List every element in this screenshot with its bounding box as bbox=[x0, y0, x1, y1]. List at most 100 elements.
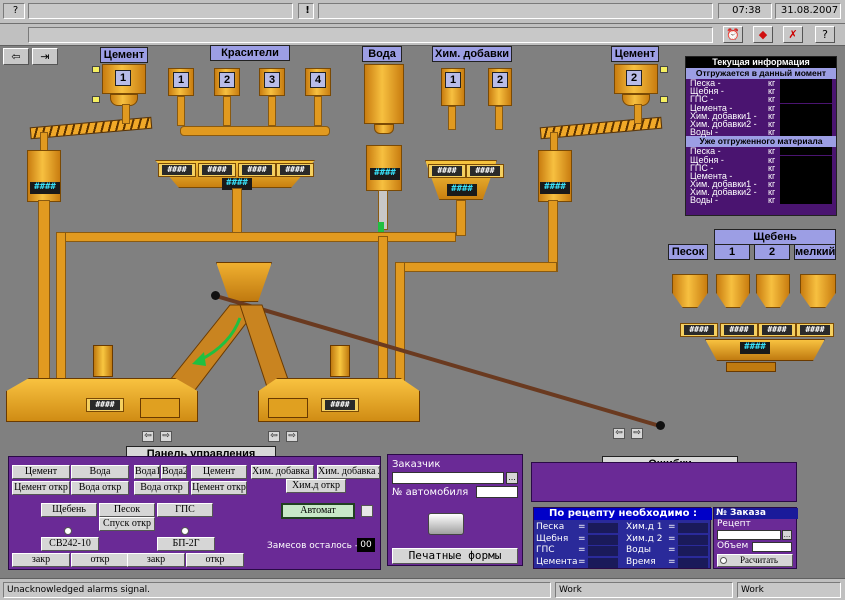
recipe-eq: = bbox=[668, 533, 676, 544]
recipe-row-label: Хим.д 2 bbox=[626, 533, 663, 544]
mixer-2-right-arrow-icon[interactable]: ⇨ bbox=[286, 431, 298, 442]
chem-open-button[interactable]: Хим.д откр bbox=[286, 479, 346, 493]
chem1-button[interactable]: Хим. добавка 1 bbox=[251, 465, 314, 479]
recipe-title: По рецепту необходимо : bbox=[534, 508, 712, 520]
recipe-value-box bbox=[588, 546, 618, 556]
recipe-value-box bbox=[678, 534, 708, 545]
info-row-label: Воды - bbox=[690, 195, 719, 206]
recipe-row: ГПС = bbox=[534, 545, 622, 557]
customer-dropdown-button[interactable]: ... bbox=[506, 472, 518, 484]
recipe-value-box bbox=[588, 557, 618, 568]
sand-button[interactable]: Песок bbox=[99, 503, 155, 517]
recipe-eq: = bbox=[578, 533, 586, 544]
water-open-button[interactable]: Вода откр bbox=[71, 481, 129, 495]
label-rubble: Щебень bbox=[714, 229, 836, 245]
recipe-eq: = bbox=[578, 545, 586, 555]
status-mode-1: Work bbox=[555, 582, 733, 598]
rubble-2-display: #### bbox=[758, 323, 796, 337]
recipe-row-label: Песка bbox=[536, 522, 565, 532]
close-2-button[interactable]: закр bbox=[127, 553, 185, 567]
conveyor-right-arrow-icon[interactable]: ⇨ bbox=[631, 428, 643, 439]
recipe-label: Рецепт bbox=[717, 519, 751, 529]
cement-open-2-button[interactable]: Цемент откр bbox=[191, 481, 247, 495]
water-open-2-button[interactable]: Вода откр bbox=[134, 481, 189, 495]
label-rubble-1: 1 bbox=[714, 244, 750, 260]
mixer-1-left-arrow-icon[interactable]: ⇦ bbox=[142, 431, 154, 442]
sv242-button[interactable]: СВ242-10 bbox=[41, 537, 99, 551]
aggregate-cart[interactable] bbox=[726, 362, 776, 372]
customer-input[interactable] bbox=[392, 472, 504, 484]
water1-button[interactable]: Вода1 bbox=[134, 465, 160, 479]
errors-panel bbox=[531, 462, 797, 502]
recipe-value-box bbox=[588, 523, 618, 533]
chem2-button[interactable]: Хим. добавка 2 bbox=[317, 465, 380, 479]
mixer-1-right-arrow-icon[interactable]: ⇨ bbox=[160, 431, 172, 442]
order-number-label: № Заказа bbox=[714, 508, 798, 519]
recipe-eq: = bbox=[668, 522, 676, 532]
recipe-row: Щебня = bbox=[534, 534, 622, 546]
volume-input[interactable] bbox=[752, 542, 792, 552]
recipe-dropdown-button[interactable]: ... bbox=[782, 530, 792, 540]
calculate-button[interactable]: Расчитать bbox=[717, 554, 793, 567]
printer-icon[interactable] bbox=[428, 513, 464, 535]
print-forms-button[interactable]: Печатные формы bbox=[392, 548, 518, 564]
recipe-left-list: Песка = Щебня = ГПС = Цемента = bbox=[534, 522, 622, 568]
mixer-2-display: #### bbox=[321, 398, 359, 412]
batches-label: Замесов осталось - bbox=[267, 541, 359, 551]
water2-button[interactable]: Вода2 bbox=[161, 465, 187, 479]
mixer-1-display: #### bbox=[86, 398, 124, 412]
mixer-2-left-arrow-icon[interactable]: ⇦ bbox=[268, 431, 280, 442]
recipe-row-label: Щебня bbox=[536, 533, 569, 544]
info-row-label: Воды - bbox=[690, 127, 719, 138]
info-extra-box bbox=[780, 128, 832, 137]
open-1-button[interactable]: откр bbox=[71, 553, 129, 567]
recipe-eq: = bbox=[578, 522, 586, 532]
recipe-row-label: Цемента bbox=[536, 556, 578, 567]
recipe-right-list: Хим.д 1 = Хим.д 2 = Воды = Время = bbox=[624, 522, 712, 568]
auto-checkbox[interactable] bbox=[361, 505, 373, 517]
water-button[interactable]: Вода bbox=[71, 465, 129, 479]
fine-display: #### bbox=[796, 323, 834, 337]
info-extra-box bbox=[780, 79, 832, 87]
info-extra-box bbox=[780, 95, 832, 104]
order-panel: № Заказа Рецепт ... Объем Расчитать bbox=[713, 507, 798, 569]
auto-button[interactable]: Автомат bbox=[281, 503, 355, 519]
recipe-eq: = bbox=[668, 545, 676, 555]
cement-open-button[interactable]: Цемент откр bbox=[12, 481, 70, 495]
open-2-button[interactable]: откр bbox=[186, 553, 244, 567]
mixer-1-gates[interactable] bbox=[140, 398, 180, 418]
recipe-value-box bbox=[678, 523, 708, 533]
conveyor-left-arrow-icon[interactable]: ⇦ bbox=[613, 428, 625, 439]
recipe-input[interactable] bbox=[717, 530, 781, 540]
bp2g-button[interactable]: БП-2Г bbox=[157, 537, 215, 551]
sand-display: #### bbox=[680, 323, 718, 337]
recipe-row: Хим.д 1 = bbox=[624, 522, 712, 534]
recipe-eq: = bbox=[668, 556, 676, 567]
cement2-button[interactable]: Цемент bbox=[191, 465, 247, 479]
calculate-label: Расчитать bbox=[740, 555, 778, 565]
rubble-button[interactable]: Щебень bbox=[41, 503, 97, 517]
car-number-input[interactable] bbox=[476, 486, 518, 498]
descent-open-button[interactable]: Спуск откр bbox=[99, 517, 155, 531]
aggregate-display: #### bbox=[740, 342, 770, 354]
gps-button[interactable]: ГПС bbox=[157, 503, 213, 517]
info-extra-box bbox=[780, 155, 832, 164]
info-row: Воды - кг bbox=[686, 127, 836, 138]
recipe-row: Песка = bbox=[534, 522, 622, 534]
calculate-radio-icon bbox=[720, 557, 727, 564]
bp-indicator bbox=[181, 527, 189, 535]
info-extra-box bbox=[780, 147, 832, 156]
label-fine: мелкий bbox=[794, 244, 836, 260]
cement-button[interactable]: Цемент bbox=[12, 465, 70, 479]
recipe-row: Время = bbox=[624, 557, 712, 569]
recipe-row-label: ГПС bbox=[536, 545, 555, 555]
status-mode-2: Work bbox=[737, 582, 841, 598]
current-info-panel: Текущая информация Отгружается в данный … bbox=[685, 56, 837, 216]
recipe-row: Воды = bbox=[624, 545, 712, 557]
info-title: Текущая информация bbox=[686, 57, 836, 68]
mixer-2-gates[interactable] bbox=[268, 398, 308, 418]
recipe-row: Цемента = bbox=[534, 557, 622, 569]
chute-right bbox=[239, 304, 291, 391]
info-extra-box bbox=[780, 171, 832, 180]
close-1-button[interactable]: закр bbox=[12, 553, 70, 567]
